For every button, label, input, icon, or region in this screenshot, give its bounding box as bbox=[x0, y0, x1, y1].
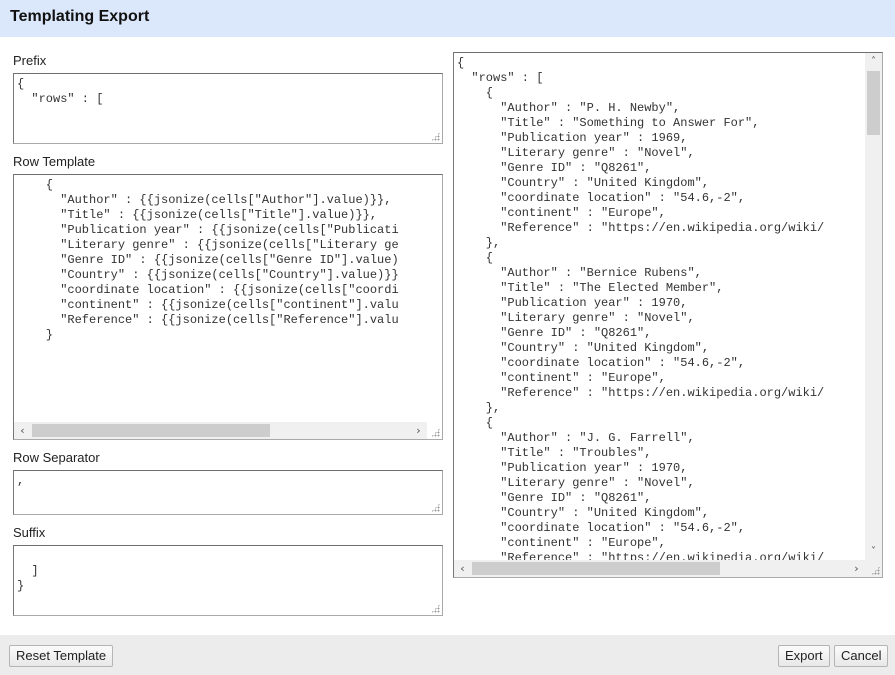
scroll-left-icon[interactable]: ‹ bbox=[14, 422, 31, 439]
suffix-label: Suffix bbox=[13, 525, 46, 540]
row-template-label: Row Template bbox=[13, 154, 96, 169]
dialog-title: Templating Export bbox=[10, 8, 150, 25]
export-preview-textarea[interactable]: { "rows" : [ { "Author" : "P. H. Newby",… bbox=[453, 52, 883, 578]
suffix-text: ] } bbox=[17, 564, 39, 593]
scrollbar-thumb[interactable] bbox=[867, 71, 880, 135]
resize-grip-icon[interactable] bbox=[431, 132, 440, 141]
scroll-down-icon[interactable]: ˅ bbox=[865, 543, 882, 560]
row-separator-text: , bbox=[17, 474, 25, 488]
scrollbar-thumb[interactable] bbox=[472, 562, 720, 575]
prefix-text: { "rows" : [ bbox=[17, 77, 104, 106]
row-template-horizontal-scrollbar[interactable]: ‹ › bbox=[14, 422, 427, 439]
preview-vertical-scrollbar[interactable]: ˄ ˅ bbox=[865, 53, 882, 560]
cancel-button[interactable]: Cancel bbox=[834, 645, 889, 667]
scroll-left-icon[interactable]: ‹ bbox=[454, 560, 471, 577]
export-preview-text: { "rows" : [ { "Author" : "P. H. Newby",… bbox=[457, 56, 825, 565]
resize-grip-icon[interactable] bbox=[871, 566, 880, 575]
preview-horizontal-scrollbar[interactable]: ‹ › bbox=[454, 560, 865, 577]
resize-grip-icon[interactable] bbox=[431, 428, 440, 437]
row-template-textarea[interactable]: { "Author" : {{jsonize(cells["Author"].v… bbox=[13, 174, 443, 440]
row-separator-textarea[interactable]: , bbox=[13, 470, 443, 515]
dialog-header: Templating Export bbox=[0, 0, 895, 37]
row-template-text: { "Author" : {{jsonize(cells["Author"].v… bbox=[45, 178, 399, 342]
dialog-footer: Reset Template Export Cancel bbox=[0, 635, 895, 675]
scrollbar-thumb[interactable] bbox=[32, 424, 270, 437]
resize-grip-icon[interactable] bbox=[431, 503, 440, 512]
scrollbar-corner bbox=[865, 560, 882, 577]
row-separator-label: Row Separator bbox=[13, 450, 100, 465]
scroll-up-icon[interactable]: ˄ bbox=[865, 53, 882, 70]
scroll-right-icon[interactable]: › bbox=[848, 560, 865, 577]
suffix-textarea[interactable]: ] } bbox=[13, 545, 443, 616]
resize-grip-icon[interactable] bbox=[431, 604, 440, 613]
prefix-textarea[interactable]: { "rows" : [ bbox=[13, 73, 443, 144]
prefix-label: Prefix bbox=[13, 53, 47, 68]
reset-template-button[interactable]: Reset Template bbox=[9, 645, 114, 667]
export-button[interactable]: Export bbox=[778, 645, 830, 667]
scroll-right-icon[interactable]: › bbox=[410, 422, 427, 439]
